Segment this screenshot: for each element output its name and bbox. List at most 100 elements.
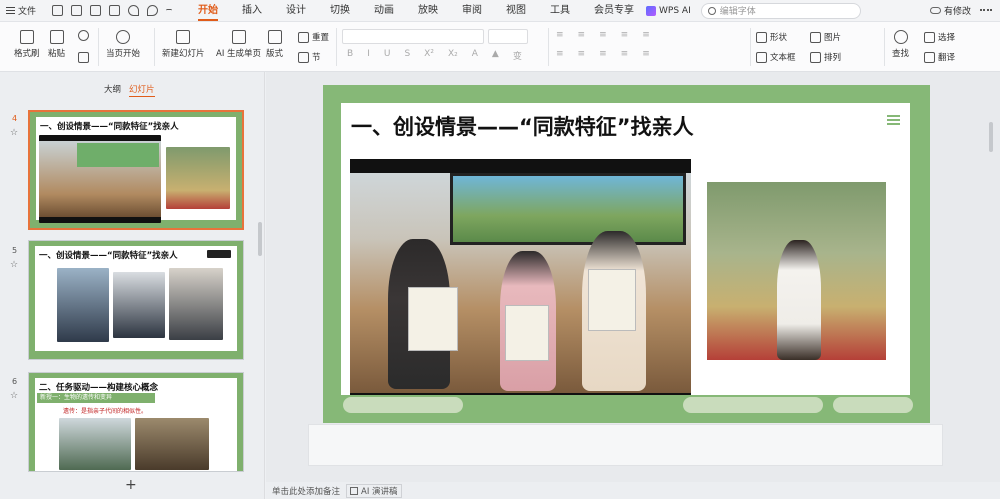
tab-member[interactable]: 会员专享 <box>582 0 646 22</box>
format-painter-label: 格式刷 <box>14 49 40 59</box>
tab-slideshow[interactable]: 放映 <box>406 0 450 22</box>
cut-button[interactable] <box>78 30 89 41</box>
notes-hint[interactable]: 单击此处添加备注 <box>272 485 340 497</box>
select-button[interactable]: 选择 <box>924 31 955 43</box>
translate-button[interactable]: 翻译 <box>924 51 955 63</box>
slide-thumbnail-5[interactable]: 一、创设情景——“同款特征”找亲人 <box>28 240 244 360</box>
section-button[interactable]: 节 <box>298 51 321 63</box>
ai-speech-label: AI 演讲稿 <box>361 486 398 497</box>
hamburger-icon <box>6 7 15 14</box>
align-center-icon[interactable]: ≡ <box>578 49 586 59</box>
redo-icon[interactable] <box>147 5 159 16</box>
undo-icon[interactable] <box>128 5 140 16</box>
wps-ai-button[interactable]: WPS AI <box>646 5 691 16</box>
italic-icon[interactable]: I <box>367 49 370 62</box>
star-icon[interactable]: ☆ <box>10 391 19 401</box>
tab-view[interactable]: 视图 <box>494 0 538 22</box>
format-painter-button[interactable]: 格式刷 <box>14 30 40 59</box>
tab-slides[interactable]: 幻灯片 <box>129 83 155 97</box>
slide-thumbnail-6[interactable]: 二、任务驱动——构建核心概念 新授一：生物的遗传和变异 遗传：是指亲子代间的相似… <box>28 372 244 472</box>
find-button[interactable]: 查找 <box>892 30 909 59</box>
tab-transition[interactable]: 切换 <box>318 0 362 22</box>
current-slide[interactable]: 一、创设情景——“同款特征”找亲人 <box>323 85 930 423</box>
ai-speech-button[interactable]: AI 演讲稿 <box>346 483 402 498</box>
drawing-2 <box>505 305 549 361</box>
line-spacing-icon[interactable]: ≡ <box>642 30 650 40</box>
slide-number: 5 <box>12 246 18 255</box>
select-icon <box>924 31 935 43</box>
font-size-select[interactable] <box>488 29 528 44</box>
highlight-icon[interactable]: ▲ <box>492 49 499 62</box>
canvas-scrollbar[interactable] <box>989 122 993 152</box>
reset-icon <box>298 31 309 43</box>
justify-icon[interactable]: ≡ <box>621 49 629 59</box>
tab-review[interactable]: 审阅 <box>450 0 494 22</box>
ai-generate-button[interactable]: AI 生成单页 <box>216 30 261 59</box>
char-spacing-icon[interactable]: 变 <box>513 49 522 62</box>
cloud-icon <box>929 7 941 14</box>
print-preview-icon[interactable] <box>90 5 102 16</box>
arrange-button[interactable]: 排列 <box>810 51 841 63</box>
search-input[interactable]: 编辑字体 <box>700 2 861 19</box>
export-icon[interactable] <box>109 5 121 16</box>
numbering-icon[interactable]: ≡ <box>578 30 586 40</box>
text-direction-icon[interactable]: ≡ <box>642 49 650 59</box>
new-slide-button[interactable]: 新建幻灯片 <box>162 30 205 59</box>
children-drawings-photo[interactable] <box>350 159 691 407</box>
slide-thumbnail-4[interactable]: 一、创设情景——“同款特征”找亲人 <box>28 110 244 230</box>
bold-icon[interactable]: B <box>347 49 353 62</box>
panel-scrollbar[interactable] <box>258 222 262 256</box>
tab-insert[interactable]: 插入 <box>230 0 274 22</box>
file-menu[interactable]: 文件 <box>0 4 42 17</box>
arrange-icon <box>810 51 821 63</box>
font-color-icon[interactable]: A <box>472 49 478 62</box>
cloud-deco <box>343 397 463 413</box>
tab-tools[interactable]: 工具 <box>538 0 582 22</box>
menu-icon <box>887 115 900 125</box>
print-icon[interactable] <box>71 5 83 16</box>
slide-title[interactable]: 一、创设情景——“同款特征”找亲人 <box>351 111 694 141</box>
copy-button[interactable] <box>78 52 89 63</box>
tab-outline[interactable]: 大纲 <box>104 83 121 97</box>
reset-button[interactable]: 重置 <box>298 31 329 43</box>
shape-button[interactable]: 形状 <box>756 31 787 43</box>
image-label: 图片 <box>824 33 842 43</box>
bullets-icon[interactable]: ≡ <box>556 30 564 40</box>
superscript-icon[interactable]: X² <box>424 49 434 62</box>
tab-design[interactable]: 设计 <box>274 0 318 22</box>
modified-status[interactable]: 有修改 <box>929 4 1000 17</box>
indent-icon[interactable]: ≡ <box>599 30 607 40</box>
font-family-select[interactable] <box>342 29 484 44</box>
add-slide-button[interactable]: + <box>125 477 137 493</box>
star-icon[interactable]: ☆ <box>10 260 19 270</box>
underline-icon[interactable]: U <box>384 49 391 62</box>
layout-button[interactable]: 版式 <box>266 30 283 59</box>
paste-button[interactable]: 粘贴 <box>48 30 65 59</box>
person-photo-3 <box>169 268 223 340</box>
align-right-icon[interactable]: ≡ <box>599 49 607 59</box>
subscript-icon[interactable]: X₂ <box>448 49 458 62</box>
star-icon[interactable]: ☆ <box>10 128 19 138</box>
thumb-title: 二、任务驱动——构建核心概念 <box>39 383 159 393</box>
slide-canvas: 一、创设情景——“同款特征”找亲人 <box>266 72 1000 482</box>
align-left-icon[interactable]: ≡ <box>556 49 564 59</box>
brush-icon <box>19 30 34 44</box>
tab-animation[interactable]: 动画 <box>362 0 406 22</box>
ribbon-toolbar: 格式刷 粘贴 当页开始 新建幻灯片 AI 生成单页 版式 重置 节 B I U … <box>0 22 1000 72</box>
dropdown-icon[interactable] <box>166 9 173 12</box>
arrange-label: 排列 <box>824 53 842 63</box>
tab-home[interactable]: 开始 <box>186 0 230 22</box>
outdent-icon[interactable]: ≡ <box>621 30 629 40</box>
panel-tabs: 大纲 幻灯片 <box>104 83 155 97</box>
textbox-button[interactable]: 文本框 <box>756 51 796 63</box>
save-icon[interactable] <box>52 5 64 16</box>
notes-area[interactable] <box>308 424 943 466</box>
play-from-current-button[interactable]: 当页开始 <box>106 30 140 59</box>
more-icon[interactable] <box>980 9 992 12</box>
thumb-content: 一、创设情景——“同款特征”找亲人 <box>36 117 236 223</box>
strikethrough-icon[interactable]: S <box>404 49 410 62</box>
image-button[interactable]: 图片 <box>810 31 841 43</box>
teacher-photo[interactable] <box>707 182 886 360</box>
play-from-current-label: 当页开始 <box>106 49 141 59</box>
thumb-definition: 遗传：是指亲子代间的相似性。 <box>63 408 148 415</box>
